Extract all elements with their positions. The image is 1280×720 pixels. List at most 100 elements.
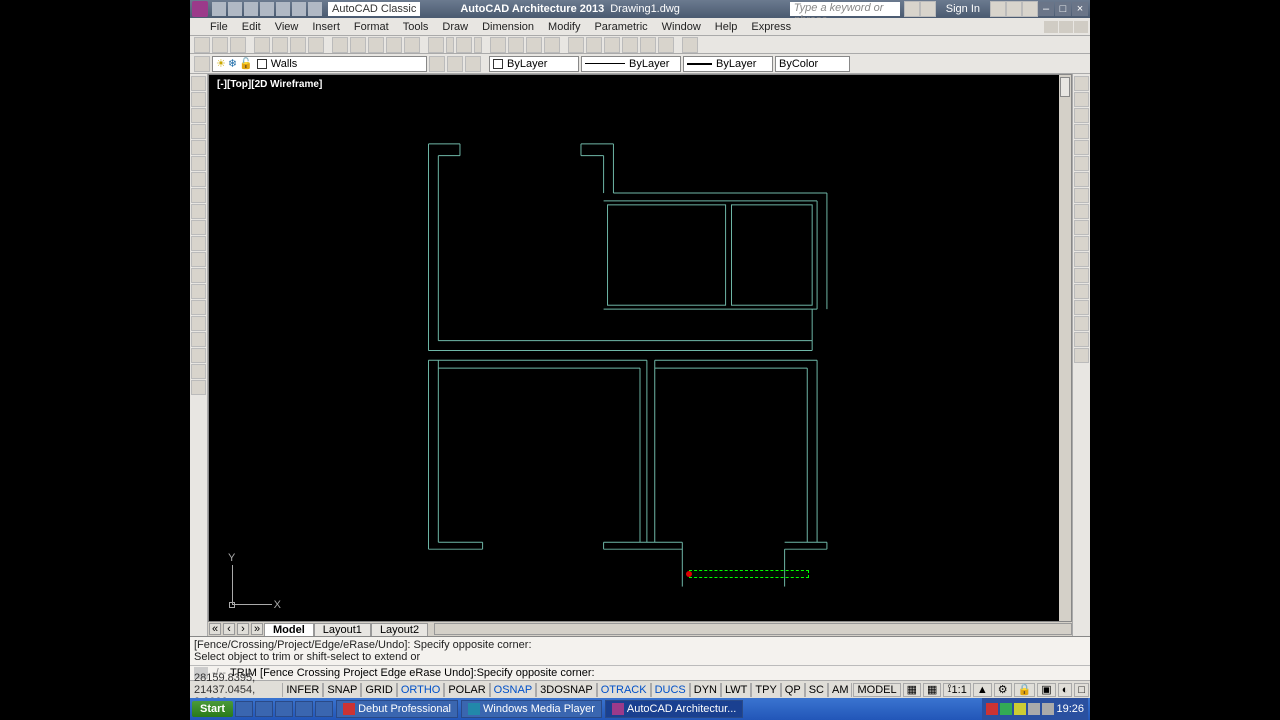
annotation-visibility-icon[interactable]: ▲ [973, 683, 992, 697]
status-toggle-sc[interactable]: SC [805, 683, 828, 697]
status-toggle-snap[interactable]: SNAP [323, 683, 361, 697]
minimize-button[interactable]: – [1038, 2, 1054, 16]
ql-ie-icon[interactable] [235, 701, 253, 717]
publish-icon[interactable] [290, 37, 306, 53]
properties-icon[interactable] [568, 37, 584, 53]
app-icon[interactable] [192, 1, 208, 17]
undo-dropdown-icon[interactable] [446, 37, 454, 53]
menu-insert[interactable]: Insert [312, 21, 340, 33]
table-icon[interactable] [191, 348, 206, 363]
extend-icon[interactable] [1074, 236, 1089, 251]
blend-icon[interactable] [1074, 332, 1089, 347]
ellipse-arc-icon[interactable] [191, 236, 206, 251]
toolpalettes-icon[interactable] [604, 37, 620, 53]
trim-icon[interactable] [1074, 220, 1089, 235]
line-icon[interactable] [191, 76, 206, 91]
lineweight-dropdown[interactable]: ByLayer [683, 56, 773, 72]
region-icon[interactable] [191, 332, 206, 347]
rotate-icon[interactable] [1074, 172, 1089, 187]
qat-new-icon[interactable] [212, 2, 226, 16]
break-at-point-icon[interactable] [1074, 252, 1089, 267]
qat-undo-icon[interactable] [292, 2, 306, 16]
ql-app-icon[interactable] [315, 701, 333, 717]
model-space-button[interactable]: MODEL [853, 683, 900, 697]
status-toggle-osnap[interactable]: OSNAP [490, 683, 537, 697]
status-toggle-tpy[interactable]: TPY [751, 683, 780, 697]
task-debut[interactable]: Debut Professional [336, 700, 458, 718]
blockeditor-icon[interactable] [404, 37, 420, 53]
stretch-icon[interactable] [1074, 204, 1089, 219]
workspace-switching-icon[interactable]: ⚙ [994, 683, 1012, 697]
redo-dropdown-icon[interactable] [474, 37, 482, 53]
search-icon[interactable] [904, 1, 920, 17]
fillet-icon[interactable] [1074, 316, 1089, 331]
clean-screen-icon[interactable]: □ [1074, 683, 1089, 697]
task-wmp[interactable]: Windows Media Player [461, 700, 602, 718]
annotation-scale[interactable]: ⟟ 1:1 [943, 683, 970, 697]
gradient-icon[interactable] [191, 316, 206, 331]
menu-format[interactable]: Format [354, 21, 389, 33]
status-toggle-dyn[interactable]: DYN [690, 683, 721, 697]
construction-line-icon[interactable] [191, 92, 206, 107]
plot-icon[interactable] [254, 37, 270, 53]
polyline-icon[interactable] [191, 108, 206, 123]
pan-icon[interactable] [490, 37, 506, 53]
chamfer-icon[interactable] [1074, 300, 1089, 315]
status-toggle-grid[interactable]: GRID [361, 683, 397, 697]
mirror-icon[interactable] [1074, 108, 1089, 123]
ql-chrome-icon[interactable] [295, 701, 313, 717]
menu-parametric[interactable]: Parametric [594, 21, 647, 33]
status-toggle-qp[interactable]: QP [781, 683, 805, 697]
viewport-hscrollbar[interactable] [434, 623, 1072, 635]
infocenter-search[interactable]: Type a keyword or phrase [790, 2, 900, 16]
child-close-button[interactable] [1074, 21, 1088, 33]
rectangle-icon[interactable] [191, 140, 206, 155]
tray-clock[interactable]: 19:26 [1056, 703, 1084, 715]
move-icon[interactable] [1074, 156, 1089, 171]
close-button[interactable]: × [1072, 2, 1088, 16]
quickcalc-icon[interactable] [658, 37, 674, 53]
task-autocad[interactable]: AutoCAD Architectur... [605, 700, 743, 718]
scale-icon[interactable] [1074, 188, 1089, 203]
status-toggle-ortho[interactable]: ORTHO [397, 683, 445, 697]
model-viewport[interactable]: [-][Top][2D Wireframe] [208, 74, 1072, 622]
spline-icon[interactable] [191, 204, 206, 219]
status-toggle-ducs[interactable]: DUCS [651, 683, 690, 697]
quick-view-layouts-icon[interactable]: ▦ [903, 683, 921, 697]
copy-object-icon[interactable] [1074, 92, 1089, 107]
sheetset-icon[interactable] [622, 37, 638, 53]
redo-icon[interactable] [456, 37, 472, 53]
hardware-accel-icon[interactable]: ▣ [1037, 683, 1055, 697]
help-toolbar-icon[interactable] [682, 37, 698, 53]
status-toggle-3dosnap[interactable]: 3DOSNAP [536, 683, 597, 697]
menu-window[interactable]: Window [662, 21, 701, 33]
markup-icon[interactable] [640, 37, 656, 53]
quick-view-drawings-icon[interactable]: ▦ [923, 683, 941, 697]
zoom-previous-icon[interactable] [544, 37, 560, 53]
layer-previous-icon[interactable] [429, 56, 445, 72]
tab-prev-icon[interactable]: ‹ [223, 623, 235, 635]
tray-volume-icon[interactable] [1042, 703, 1054, 715]
polygon-icon[interactable] [191, 124, 206, 139]
matchprop-icon[interactable] [386, 37, 402, 53]
menu-dimension[interactable]: Dimension [482, 21, 534, 33]
arc-icon[interactable] [191, 156, 206, 171]
status-toggle-infer[interactable]: INFER [282, 683, 323, 697]
menu-draw[interactable]: Draw [442, 21, 468, 33]
paste-icon[interactable] [368, 37, 384, 53]
ellipse-icon[interactable] [191, 220, 206, 235]
tray-icon[interactable] [1014, 703, 1026, 715]
qat-save-icon[interactable] [244, 2, 258, 16]
tab-next-icon[interactable]: › [237, 623, 249, 635]
workspace-dropdown[interactable]: AutoCAD Classic [328, 2, 420, 16]
point-icon[interactable] [191, 284, 206, 299]
tray-network-icon[interactable] [1028, 703, 1040, 715]
isolate-objects-icon[interactable]: ◐ [1058, 683, 1073, 697]
menu-tools[interactable]: Tools [403, 21, 429, 33]
signin-link[interactable]: Sign In [946, 3, 980, 15]
new-icon[interactable] [194, 37, 210, 53]
layer-dropdown[interactable]: ☀❄🔓 Walls [212, 56, 427, 72]
signin-icon[interactable] [920, 1, 936, 17]
child-restore-button[interactable] [1059, 21, 1073, 33]
layer-properties-icon[interactable] [194, 56, 210, 72]
